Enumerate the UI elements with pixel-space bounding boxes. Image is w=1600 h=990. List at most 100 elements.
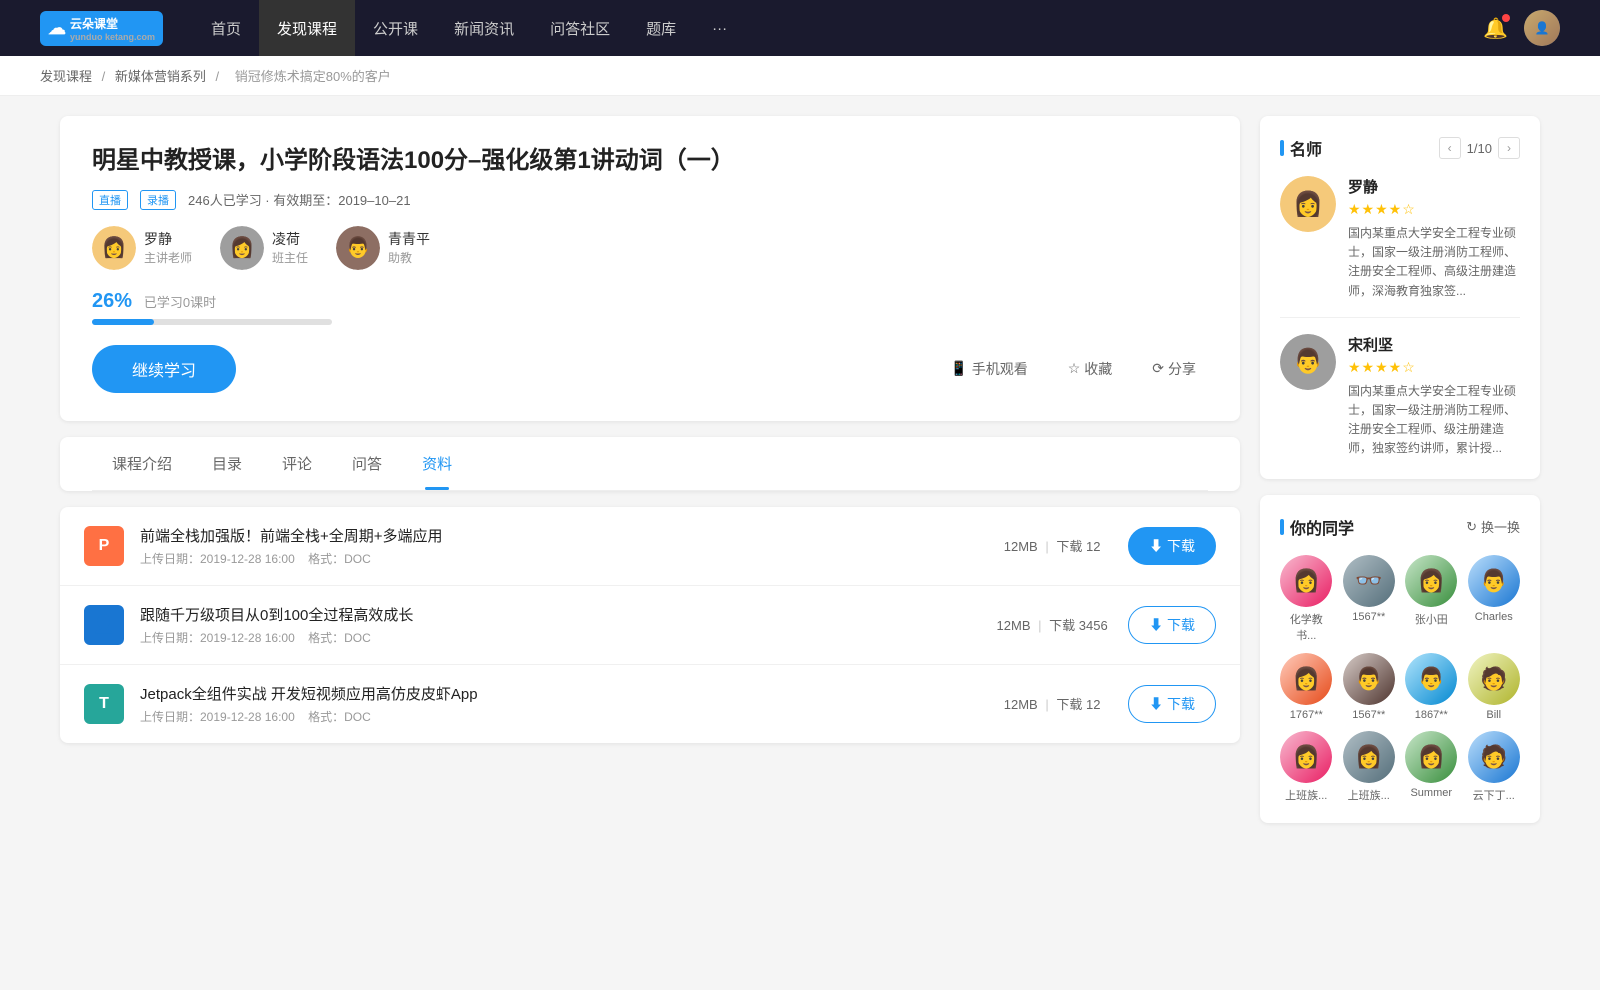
classmate-name-7: Bill — [1486, 709, 1501, 721]
breadcrumb-link-series[interactable]: 新媒体营销系列 — [115, 69, 206, 84]
classmate-avatar-8: 👩 — [1280, 731, 1332, 783]
teacher-avatar-2: 👨 — [336, 226, 380, 270]
resource-list: P 前端全栈加强版！前端全栈+全周期+多端应用 上传日期：2019-12-28 … — [60, 507, 1240, 743]
resource-name-2: Jetpack全组件实战 开发短视频应用高仿皮皮虾App — [140, 683, 976, 704]
nav-item-qa[interactable]: 问答社区 — [532, 0, 628, 56]
progress-bar-track — [92, 319, 332, 325]
classmate-item-9: 👩 上班族... — [1343, 731, 1396, 803]
classmate-avatar-6: 👨 — [1405, 653, 1457, 705]
teacher-avatar-0: 👩 — [92, 226, 136, 270]
tag-record: 录播 — [140, 190, 176, 210]
progress-bar-fill — [92, 319, 154, 325]
nav-item-home[interactable]: 首页 — [193, 0, 259, 56]
resource-icon-1: 👤 — [84, 605, 124, 645]
classmate-item-10: 👩 Summer — [1405, 731, 1458, 803]
resource-icon-0: P — [84, 526, 124, 566]
notification-bell[interactable]: 🔔 — [1483, 16, 1508, 41]
mobile-icon: 📱 — [950, 360, 967, 377]
classmate-name-10: Summer — [1410, 787, 1452, 799]
progress-section: 26% 已学习0课时 — [92, 290, 1208, 325]
tag-live: 直播 — [92, 190, 128, 210]
logo[interactable]: ☁ 云朵课堂 yunduo ketang.com — [40, 11, 163, 46]
tab-resources[interactable]: 资料 — [402, 437, 472, 490]
course-title: 明星中教授课，小学阶段语法100分–强化级第1讲动词（一） — [92, 144, 1208, 178]
nav-item-more[interactable]: ··· — [694, 0, 745, 56]
resource-item-0: P 前端全栈加强版！前端全栈+全周期+多端应用 上传日期：2019-12-28 … — [60, 507, 1240, 586]
tab-catalog[interactable]: 目录 — [192, 437, 262, 490]
resource-meta-1: 上传日期：2019-12-28 16:00 格式：DOC — [140, 629, 976, 646]
classmate-avatar-9: 👩 — [1343, 731, 1395, 783]
download-button-2[interactable]: ⬇ 下载 — [1128, 685, 1216, 723]
continue-study-button[interactable]: 继续学习 — [92, 345, 236, 393]
download-button-1[interactable]: ⬇ 下载 — [1128, 606, 1216, 644]
teacher-name-0: 罗静 — [144, 229, 192, 249]
teacher-avatar-1: 👩 — [220, 226, 264, 270]
teacher-panel-info-0: 罗静 ★★★★☆ 国内某重点大学安全工程专业硕士，国家一级注册消防工程师、注册安… — [1348, 176, 1520, 301]
navbar: ☁ 云朵课堂 yunduo ketang.com 首页 发现课程 公开课 新闻资… — [0, 0, 1600, 56]
classmate-item-11: 🧑 云下丁... — [1468, 731, 1521, 803]
main-container: 明星中教授课，小学阶段语法100分–强化级第1讲动词（一） 直播 录播 246人… — [20, 96, 1580, 859]
breadcrumb-link-discover[interactable]: 发现课程 — [40, 69, 92, 84]
logo-subtitle: yunduo ketang.com — [70, 32, 155, 42]
teachers-prev-button[interactable]: ‹ — [1439, 137, 1461, 159]
teacher-item-0: 👩 罗静 主讲老师 — [92, 226, 192, 270]
breadcrumb: 发现课程 / 新媒体营销系列 / 销冠修炼术搞定80%的客户 — [0, 56, 1600, 96]
teachers-row: 👩 罗静 主讲老师 👩 凌荷 班主任 — [92, 226, 1208, 270]
classmate-item-3: 👨 Charles — [1468, 555, 1521, 643]
teacher-panel-name-0: 罗静 — [1348, 176, 1520, 197]
classmates-grid: 👩 化学教书... 👓 1567** 👩 张小田 — [1280, 555, 1520, 803]
refresh-label: 换一换 — [1481, 517, 1520, 536]
nav-item-open[interactable]: 公开课 — [355, 0, 436, 56]
tab-intro[interactable]: 课程介绍 — [92, 437, 192, 490]
course-header-card: 明星中教授课，小学阶段语法100分–强化级第1讲动词（一） 直播 录播 246人… — [60, 116, 1240, 421]
share-button[interactable]: ⟳ 分享 — [1140, 351, 1208, 387]
refresh-classmates-button[interactable]: ↻ 换一换 — [1466, 517, 1520, 536]
teacher-role-2: 助教 — [388, 249, 430, 266]
classmates-title: 你的同学 — [1280, 515, 1354, 539]
classmate-item-7: 🧑 Bill — [1468, 653, 1521, 721]
user-avatar-nav[interactable]: 👤 — [1524, 10, 1560, 46]
logo-title: 云朵课堂 — [70, 17, 118, 31]
nav-item-exam[interactable]: 题库 — [628, 0, 694, 56]
teachers-page: 1/10 — [1467, 141, 1492, 156]
teacher-role-1: 班主任 — [272, 249, 308, 266]
teacher-panel-stars-1: ★★★★☆ — [1348, 359, 1520, 376]
classmate-avatar-2: 👩 — [1405, 555, 1457, 607]
teacher-panel-info-1: 宋利坚 ★★★★☆ 国内某重点大学安全工程专业硕士，国家一级注册消防工程师、注册… — [1348, 334, 1520, 459]
resource-stats-2: 12MB | 下载 12 — [992, 694, 1112, 713]
classmate-avatar-4: 👩 — [1280, 653, 1332, 705]
classmate-item-0: 👩 化学教书... — [1280, 555, 1333, 643]
breadcrumb-sep1: / — [102, 69, 109, 84]
resource-item-2: T Jetpack全组件实战 开发短视频应用高仿皮皮虾App 上传日期：2019… — [60, 665, 1240, 743]
mobile-label: 手机观看 — [972, 359, 1028, 379]
classmate-avatar-11: 🧑 — [1468, 731, 1520, 783]
teacher-name-2: 青青平 — [388, 229, 430, 249]
classmate-avatar-1: 👓 — [1343, 555, 1395, 607]
panel-divider — [1280, 317, 1520, 318]
nav-right: 🔔 👤 — [1483, 10, 1560, 46]
classmate-name-8: 上班族... — [1285, 787, 1327, 803]
progress-percent: 26% — [92, 290, 132, 313]
classmate-item-2: 👩 张小田 — [1405, 555, 1458, 643]
classmate-name-3: Charles — [1475, 611, 1513, 623]
resource-info-2: Jetpack全组件实战 开发短视频应用高仿皮皮虾App 上传日期：2019-1… — [140, 683, 976, 725]
classmate-item-6: 👨 1867** — [1405, 653, 1458, 721]
logo-icon: ☁ — [48, 18, 66, 39]
teacher-info-0: 罗静 主讲老师 — [144, 229, 192, 266]
nav-item-news[interactable]: 新闻资讯 — [436, 0, 532, 56]
course-meta-text: 246人已学习 · 有效期至：2019–10–21 — [188, 190, 411, 209]
progress-label: 已学习0课时 — [144, 295, 216, 310]
teachers-next-button[interactable]: › — [1498, 137, 1520, 159]
teachers-panel-nav: ‹ 1/10 › — [1439, 137, 1520, 159]
teacher-role-0: 主讲老师 — [144, 249, 192, 266]
teacher-item-2: 👨 青青平 助教 — [336, 226, 430, 270]
nav-item-discover[interactable]: 发现课程 — [259, 0, 355, 56]
teachers-panel: 名师 ‹ 1/10 › 👩 罗静 ★★★★☆ 国内某重点大学安全工程专业硕士 — [1260, 116, 1540, 479]
tab-qa[interactable]: 问答 — [332, 437, 402, 490]
download-button-0[interactable]: ⬇ 下载 — [1128, 527, 1216, 565]
collect-button[interactable]: ☆ 收藏 — [1056, 351, 1125, 387]
classmate-item-1: 👓 1567** — [1343, 555, 1396, 643]
mobile-view-button[interactable]: 📱 手机观看 — [938, 351, 1039, 387]
resource-icon-2: T — [84, 684, 124, 724]
tab-review[interactable]: 评论 — [262, 437, 332, 490]
